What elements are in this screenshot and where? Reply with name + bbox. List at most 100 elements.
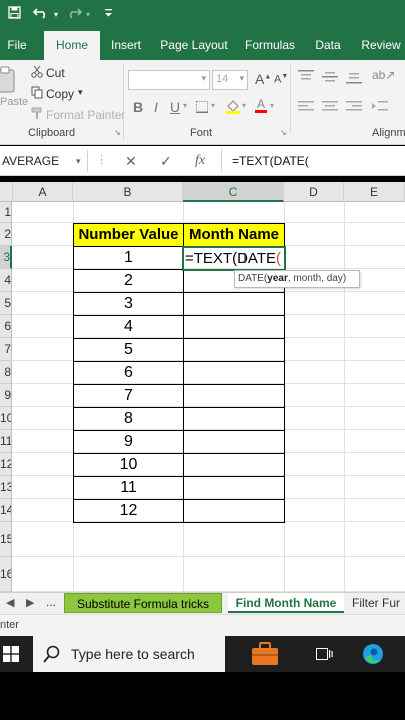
row-header-7[interactable]: 7 xyxy=(0,338,12,361)
italic-button[interactable]: I xyxy=(154,99,158,115)
row-header-4[interactable]: 4 xyxy=(0,269,12,292)
align-top-icon[interactable] xyxy=(298,70,314,87)
format-painter-button[interactable]: Format Painter xyxy=(46,108,125,122)
month-name-cell[interactable] xyxy=(183,476,285,500)
undo-icon[interactable] xyxy=(32,6,49,22)
enter-icon[interactable]: ✓ xyxy=(160,153,172,170)
sheet-tab-find-month-name[interactable]: Find Month Name xyxy=(228,593,344,613)
tab-insert[interactable]: Insert xyxy=(104,31,148,60)
row-header-10[interactable]: 10 xyxy=(0,407,12,430)
borders-icon[interactable] xyxy=(196,101,208,116)
month-name-cell[interactable] xyxy=(183,499,285,523)
month-name-cell[interactable] xyxy=(183,338,285,362)
month-name-cell[interactable] xyxy=(183,384,285,408)
copy-dropdown-icon[interactable]: ▾ xyxy=(78,87,83,98)
row-header-3[interactable]: 3 xyxy=(0,246,12,269)
month-name-cell[interactable] xyxy=(183,292,285,316)
bold-button[interactable]: B xyxy=(133,99,143,115)
align-right-icon[interactable] xyxy=(346,100,362,117)
redo-dropdown-icon[interactable]: ▾ xyxy=(86,10,90,19)
task-view-icon[interactable] xyxy=(316,646,334,667)
edge-browser-icon[interactable] xyxy=(361,643,385,670)
month-name-cell[interactable] xyxy=(183,453,285,477)
paste-icon[interactable] xyxy=(0,66,18,97)
column-header-c[interactable]: C xyxy=(183,182,284,202)
header-cell-month-name[interactable]: Month Name xyxy=(183,223,285,247)
sheet-tab-substitute[interactable]: Substitute Formula tricks xyxy=(64,593,222,613)
number-value-cell[interactable]: 3 xyxy=(73,292,184,316)
number-value-cell[interactable]: 6 xyxy=(73,361,184,385)
align-bottom-icon[interactable] xyxy=(346,70,362,87)
row-header-13[interactable]: 13 xyxy=(0,476,12,499)
month-name-cell[interactable] xyxy=(183,407,285,431)
paste-button[interactable]: Paste xyxy=(0,96,28,108)
borders-dropdown-icon[interactable]: ▾ xyxy=(211,101,215,110)
column-header-b[interactable]: B xyxy=(73,182,183,202)
row-header-5[interactable]: 5 xyxy=(0,292,12,315)
font-color-icon[interactable]: A xyxy=(254,97,268,117)
briefcase-icon[interactable] xyxy=(251,642,279,671)
month-name-cell[interactable] xyxy=(183,315,285,339)
number-value-cell[interactable]: 8 xyxy=(73,407,184,431)
function-tooltip[interactable]: DATE(year, month, day) xyxy=(234,270,360,288)
name-box[interactable]: AVERAGE ▾ xyxy=(0,150,88,172)
clipboard-launcher-icon[interactable]: ↘ xyxy=(114,128,121,137)
indent-icon[interactable] xyxy=(372,100,388,117)
shrink-font-button[interactable]: A▼ xyxy=(274,73,288,86)
month-name-cell[interactable] xyxy=(183,430,285,454)
number-value-cell[interactable]: 1 xyxy=(73,246,184,270)
tab-data[interactable]: Data xyxy=(308,31,348,60)
number-value-cell[interactable]: 2 xyxy=(73,269,184,293)
tab-page-layout[interactable]: Page Layout xyxy=(155,31,233,60)
tab-review[interactable]: Review xyxy=(358,31,404,60)
row-header-14[interactable]: 14 xyxy=(0,499,12,522)
font-size-select[interactable]: 14 ▾ xyxy=(212,70,248,90)
font-name-select[interactable]: ▾ xyxy=(128,70,210,90)
fill-color-icon[interactable] xyxy=(225,98,241,117)
taskbar-search[interactable]: Type here to search xyxy=(33,636,225,672)
cancel-icon[interactable]: ✕ xyxy=(125,153,137,170)
underline-dropdown-icon[interactable]: ▾ xyxy=(183,101,187,110)
column-header-a[interactable]: A xyxy=(13,182,73,202)
worksheet-grid[interactable]: A B C D E 12345678910111213141516 Number… xyxy=(0,182,405,592)
select-all-corner[interactable] xyxy=(0,182,13,202)
sheet-tab-filter[interactable]: Filter Fur xyxy=(352,593,405,613)
insert-function-icon[interactable]: fx xyxy=(195,153,205,169)
active-cell[interactable]: =TEXT(DATE( xyxy=(182,246,286,271)
row-header-8[interactable]: 8 xyxy=(0,361,12,384)
header-cell-number-value[interactable]: Number Value xyxy=(73,223,184,247)
copy-button[interactable]: Copy xyxy=(46,87,74,101)
scroll-right-icon[interactable]: ▶ xyxy=(26,596,34,609)
month-name-cell[interactable] xyxy=(183,361,285,385)
row-header-11[interactable]: 11 xyxy=(0,430,12,453)
customize-quick-access-icon[interactable] xyxy=(104,8,113,20)
font-launcher-icon[interactable]: ↘ xyxy=(280,128,287,137)
row-header-1[interactable]: 1 xyxy=(0,202,12,223)
tab-home[interactable]: Home xyxy=(44,31,100,60)
row-header-15[interactable]: 15 xyxy=(0,522,12,557)
undo-dropdown-icon[interactable]: ▾ xyxy=(54,10,58,19)
cut-button[interactable]: Cut xyxy=(46,66,65,80)
align-middle-icon[interactable] xyxy=(322,70,338,87)
row-header-12[interactable]: 12 xyxy=(0,453,12,476)
format-painter-icon[interactable] xyxy=(31,107,43,123)
save-icon[interactable] xyxy=(8,6,21,22)
font-color-dropdown-icon[interactable]: ▾ xyxy=(270,101,274,110)
column-header-e[interactable]: E xyxy=(344,182,405,202)
drag-handle-icon[interactable]: ⋮ xyxy=(96,153,107,166)
number-value-cell[interactable]: 11 xyxy=(73,476,184,500)
number-value-cell[interactable]: 4 xyxy=(73,315,184,339)
grow-font-button[interactable]: A▲ xyxy=(255,71,271,87)
tab-file[interactable]: File xyxy=(0,31,34,60)
number-value-cell[interactable]: 7 xyxy=(73,384,184,408)
cut-icon[interactable] xyxy=(31,65,43,81)
align-center-icon[interactable] xyxy=(322,100,338,117)
underline-button[interactable]: U xyxy=(170,99,180,115)
number-value-cell[interactable]: 12 xyxy=(73,499,184,523)
more-sheets-button[interactable]: ... xyxy=(46,595,56,609)
orientation-icon[interactable]: ab↗ xyxy=(372,68,395,82)
row-header-16[interactable]: 16 xyxy=(0,557,12,592)
tab-formulas[interactable]: Formulas xyxy=(240,31,300,60)
number-value-cell[interactable]: 5 xyxy=(73,338,184,362)
align-left-icon[interactable] xyxy=(298,100,314,117)
